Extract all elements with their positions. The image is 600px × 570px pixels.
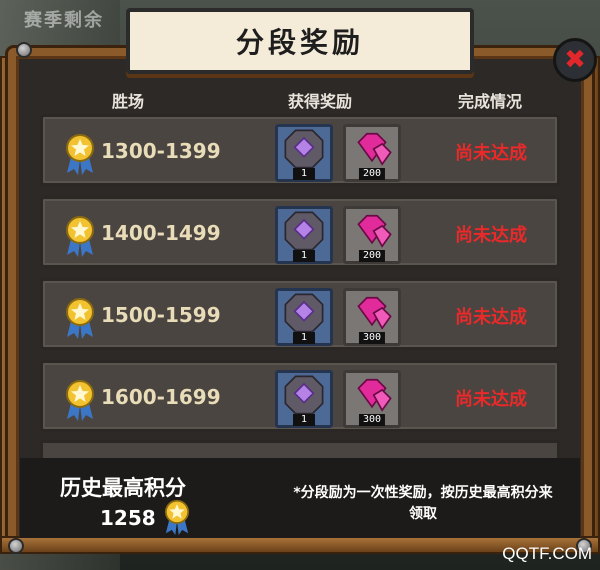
nail-icon	[8, 538, 24, 554]
medal-icon	[66, 216, 94, 257]
header-status: 完成情况	[458, 92, 523, 111]
medal-icon	[66, 298, 94, 339]
gem-reward[interactable]: 200	[343, 124, 401, 182]
chip-icon	[284, 293, 324, 333]
close-button[interactable]: ✖	[553, 38, 597, 82]
nail-icon	[16, 42, 32, 58]
medal-icon	[165, 499, 189, 535]
chip-reward[interactable]: 1	[275, 288, 333, 346]
gem-quantity: 200	[358, 250, 386, 262]
gem-icon	[357, 132, 392, 166]
dialog-title: 分段奖励	[235, 26, 364, 59]
gem-icon	[357, 214, 392, 248]
gem-quantity: 200	[358, 168, 386, 180]
chip-quantity: 1	[293, 250, 315, 262]
history-score: 1258	[100, 506, 156, 530]
gem-quantity: 300	[358, 332, 386, 344]
medal-icon	[66, 380, 94, 421]
win-range: 1400-1499	[101, 221, 221, 245]
watermark: QQTF.COM	[502, 544, 592, 563]
reward-note: *分段励为一次性奖励，按历史最高积分来领取	[293, 485, 553, 522]
status-badge: 尚未达成	[455, 225, 527, 246]
title-plaque: 分段奖励	[126, 8, 474, 74]
gem-icon	[357, 296, 392, 330]
status-badge: 尚未达成	[455, 143, 527, 164]
reward-row-partial	[40, 440, 560, 458]
reward-row: 1300-1399 1 200 尚未达成	[40, 114, 560, 186]
chip-quantity: 1	[293, 414, 315, 426]
win-range: 1300-1399	[101, 139, 221, 163]
chip-reward[interactable]: 1	[275, 370, 333, 428]
chip-reward[interactable]: 1	[275, 206, 333, 264]
win-range: 1600-1699	[101, 385, 221, 409]
gem-icon	[357, 378, 392, 412]
gem-reward[interactable]: 300	[343, 370, 401, 428]
chip-quantity: 1	[293, 168, 315, 180]
win-range: 1500-1599	[101, 303, 221, 327]
medal-icon	[66, 134, 94, 175]
status-badge: 尚未达成	[455, 389, 527, 410]
history-label: 历史最高积分	[60, 476, 186, 500]
chip-icon	[284, 129, 324, 169]
chip-reward[interactable]: 1	[275, 124, 333, 182]
status-badge: 尚未达成	[455, 307, 527, 328]
header-wins: 胜场	[112, 92, 145, 111]
close-icon: ✖	[564, 45, 586, 75]
header-rewards: 获得奖励	[288, 92, 353, 111]
reward-row: 1500-1599 1 300 尚未达成	[40, 278, 560, 350]
chip-icon	[284, 211, 324, 251]
reward-row: 1600-1699 1 300 尚未达成	[40, 360, 560, 432]
chip-icon	[284, 375, 324, 415]
gem-reward[interactable]: 300	[343, 288, 401, 346]
reward-row: 1400-1499 1 200 尚未达成	[40, 196, 560, 268]
gem-quantity: 300	[358, 414, 386, 426]
chip-quantity: 1	[293, 332, 315, 344]
gem-reward[interactable]: 200	[343, 206, 401, 264]
background-title: 赛季剩余	[24, 10, 104, 31]
